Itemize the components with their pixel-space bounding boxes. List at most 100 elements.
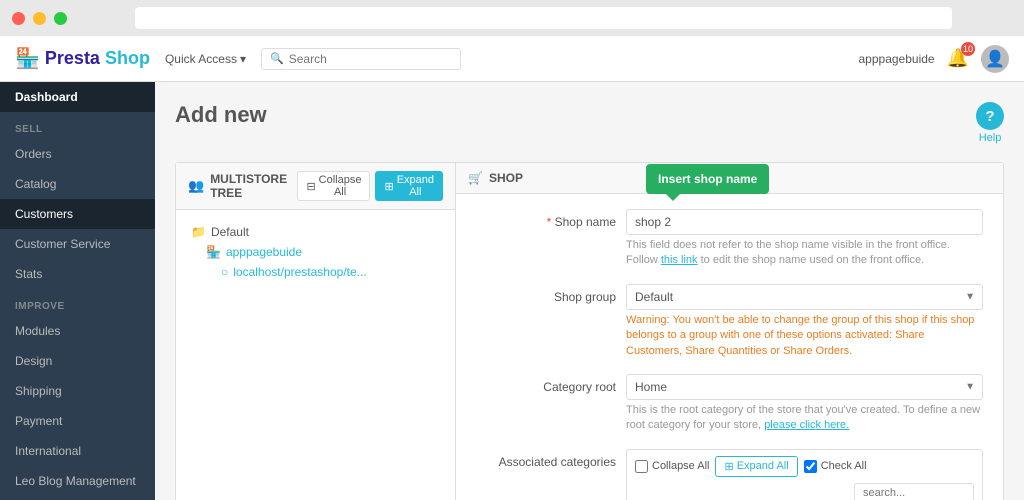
link-icon: ○ [221,265,228,279]
username-label: apppagebuide [859,52,935,66]
shop-name-input[interactable] [626,209,983,235]
sidebar-item-international[interactable]: International [0,436,155,466]
help-label: Help [979,132,1002,144]
insert-shop-name-tooltip: Insert shop name [646,164,769,194]
notification-badge: 10 [961,42,975,56]
tree-item-default[interactable]: 📁 Default [191,222,440,242]
categories-search-input[interactable] [854,483,974,500]
shop-group-label: Shop group [476,284,616,304]
shop-name-link[interactable]: this link [661,254,698,266]
categories-panel: Collapse All ⊞ Expand All C [626,449,983,500]
sidebar-item-customer-service[interactable]: Customer Service [0,229,155,259]
category-root-select[interactable]: Home [626,374,983,400]
maximize-btn[interactable] [54,12,67,25]
store-icon: 🏪 [206,245,221,259]
expand-icon: ⊞ [384,180,393,193]
collapse-all-button[interactable]: ⊟ Collapse All [297,171,370,201]
sidebar-item-orders[interactable]: Orders [0,139,155,169]
collapse-all-checkbox-label: Collapse All [635,460,709,473]
help-circle: ? [976,102,1004,130]
logo-icon: 🏪 [15,46,40,71]
app-wrapper: 🏪 PrestaShop Quick Access ▾ 🔍 apppagebui… [0,36,1024,500]
expand-all-button[interactable]: ⊞ Expand All [375,171,443,201]
tree-icon: 👥 [188,178,204,194]
sidebar: Dashboard SELL Orders Catalog Customers … [0,82,155,500]
close-btn[interactable] [12,12,25,25]
help-button[interactable]: ? Help [976,102,1004,144]
panels-container: 👥 MULTISTORE TREE ⊟ Collapse All ⊞ Expan… [175,162,1004,500]
collapse-icon: ⊟ [306,180,315,193]
right-panel-title: SHOP [489,171,523,185]
collapse-all-label: Collapse All [319,174,362,198]
quick-access-arrow: ▾ [240,52,246,66]
category-root-help: This is the root category of the store t… [626,403,983,434]
logo: 🏪 PrestaShop [15,46,150,71]
notifications-bell[interactable]: 🔔 10 [947,48,969,69]
shop-name-help: This field does not refer to the shop na… [626,238,983,269]
search-input[interactable] [289,52,452,66]
top-header: 🏪 PrestaShop Quick Access ▾ 🔍 apppagebui… [0,36,1024,82]
tree-item-apppagebuide[interactable]: 🏪 apppagebuide [191,242,440,262]
url-bar[interactable] [135,7,952,29]
logo-shop: Shop [105,48,150,69]
category-root-link[interactable]: please click here. [764,419,849,431]
sidebar-section-improve: IMPROVE [0,293,155,316]
left-panel-header: 👥 MULTISTORE TREE ⊟ Collapse All ⊞ Expan… [176,163,455,210]
sidebar-item-modules[interactable]: Modules [0,316,155,346]
header-right: apppagebuide 🔔 10 👤 [859,45,1010,73]
shop-group-select[interactable]: Default [626,284,983,310]
category-root-select-wrapper: Home ▼ [626,374,983,400]
shop-name-label: Shop name [476,209,616,229]
tree-content: 📁 Default 🏪 apppagebuide ○ localhost/pre… [176,210,455,294]
avatar[interactable]: 👤 [981,45,1009,73]
shop-name-control: Insert shop name This field does not ref… [626,209,983,269]
check-all-checkbox[interactable] [804,460,817,473]
shop-group-control: Default ▼ Warning: You won't be able to … [626,284,983,359]
expand-all-cat-button[interactable]: ⊞ Expand All [715,456,797,477]
tree-level1-label: apppagebuide [226,245,302,259]
associated-categories-label: Associated categories [476,449,616,469]
expand-all-label: Expand All [397,174,434,198]
page-title: Add new [175,102,267,128]
form-row-category-root: Category root Home ▼ This [476,374,983,434]
sidebar-item-payment[interactable]: Payment [0,406,155,436]
tree-level2-label: localhost/prestashop/te... [233,265,366,279]
category-root-label: Category root [476,374,616,394]
expand-icon-cat: ⊞ [724,460,733,473]
search-box: 🔍 [261,48,461,70]
form-row-shop-name: Shop name Insert shop name This field do… [476,209,983,269]
folder-icon: 📁 [191,225,206,239]
logo-presta: Presta [45,48,100,69]
shop-group-select-wrapper: Default ▼ [626,284,983,310]
left-panel-title: MULTISTORE TREE [210,172,291,200]
associated-categories-control: Collapse All ⊞ Expand All C [626,449,983,500]
search-icon: 🔍 [270,52,284,65]
sidebar-item-design[interactable]: Design [0,346,155,376]
collapse-all-checkbox[interactable] [635,460,648,473]
sidebar-dashboard-label: Dashboard [15,90,78,104]
titlebar [0,0,1024,36]
avatar-icon: 👤 [985,49,1005,69]
quick-access-menu[interactable]: Quick Access ▾ [165,52,246,66]
page-header: Add new ? Help [175,102,1004,144]
shop-icon: 🛒 [468,171,483,185]
sidebar-item-stats[interactable]: Stats [0,259,155,289]
tree-item-localhost[interactable]: ○ localhost/prestashop/te... [191,262,440,282]
sidebar-item-customers[interactable]: Customers [0,199,155,229]
left-panel: 👥 MULTISTORE TREE ⊟ Collapse All ⊞ Expan… [176,163,456,500]
sidebar-item-dashboard[interactable]: Dashboard [0,82,155,112]
category-root-control: Home ▼ This is the root category of the … [626,374,983,434]
sidebar-item-shipping[interactable]: Shipping [0,376,155,406]
categories-toolbar: Collapse All ⊞ Expand All C [627,450,982,500]
right-panel: 🛒 SHOP Shop name Insert s [456,163,1003,500]
sidebar-item-leo-blog[interactable]: Leo Blog Management [0,466,155,496]
main-content: Add new ? Help 👥 MULTISTORE TREE ⊟ [155,82,1024,500]
form-row-shop-group: Shop group Default ▼ Warn [476,284,983,359]
form-area: Shop name Insert shop name This field do… [456,194,1003,500]
minimize-btn[interactable] [33,12,46,25]
body-area: Dashboard SELL Orders Catalog Customers … [0,82,1024,500]
sidebar-item-ap-pagebuilder[interactable]: Ap PageBuilder [0,496,155,500]
sidebar-item-catalog[interactable]: Catalog [0,169,155,199]
shop-group-warning: Warning: You won't be able to change the… [626,313,983,359]
tooltip-text: Insert shop name [658,172,757,186]
